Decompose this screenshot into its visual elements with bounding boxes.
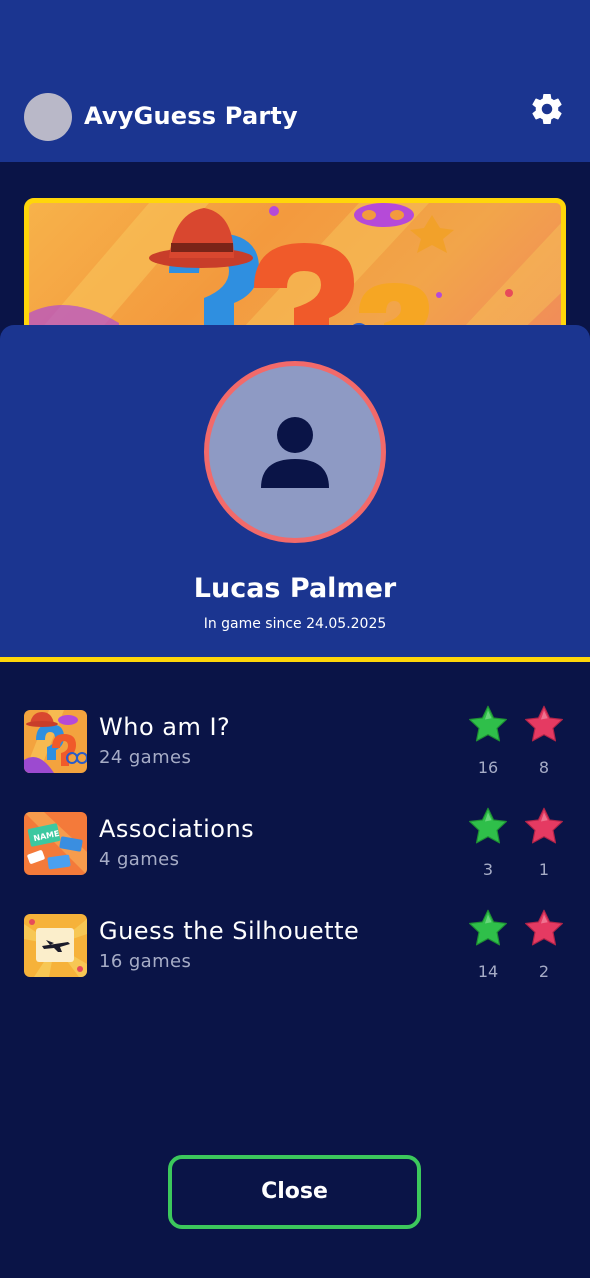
game-title: Guess the Silhouette [99,917,360,945]
list-item[interactable]: Who am I? 24 games 16 8 [0,705,590,790]
app-title: AvyGuess Party [84,102,298,130]
losses-count: 8 [538,758,550,777]
red-star-icon [525,807,563,844]
red-star-icon [525,705,563,742]
profile-header: Lucas Palmer In game since 24.05.2025 [0,325,590,662]
wins-count: 16 [477,758,499,777]
list-item[interactable]: Guess the Silhouette 16 games 14 2 [0,909,590,994]
losses-count: 2 [538,962,550,981]
red-star-icon [525,909,563,946]
games-played: 24 games [99,747,192,768]
player-profile-sheet: Lucas Palmer In game since 24.05.2025 Wh… [0,325,590,1278]
airplane-silhouette-thumbnail [24,914,87,977]
party-banner-illustration [29,203,561,343]
profile-avatar [204,361,386,543]
list-item[interactable]: NAME Associations 4 games 3 1 [0,807,590,892]
game-title: Associations [99,815,255,843]
green-star-icon [469,705,507,742]
green-star-icon [469,807,507,844]
losses-count: 1 [538,860,550,879]
question-marks-thumbnail [24,710,87,773]
wins-count: 3 [482,860,494,879]
user-avatar[interactable] [24,93,72,141]
person-icon [261,417,329,488]
close-button[interactable]: Close [168,1155,421,1229]
app-bar: AvyGuess Party [0,0,590,162]
gear-icon[interactable] [529,91,565,127]
wins-count: 14 [477,962,499,981]
name-cards-thumbnail: NAME [24,812,87,875]
green-star-icon [469,909,507,946]
games-played: 4 games [99,849,180,870]
member-since: In game since 24.05.2025 [203,616,387,632]
game-title: Who am I? [99,713,231,741]
games-played: 16 games [99,951,192,972]
player-name: Lucas Palmer [193,573,397,604]
